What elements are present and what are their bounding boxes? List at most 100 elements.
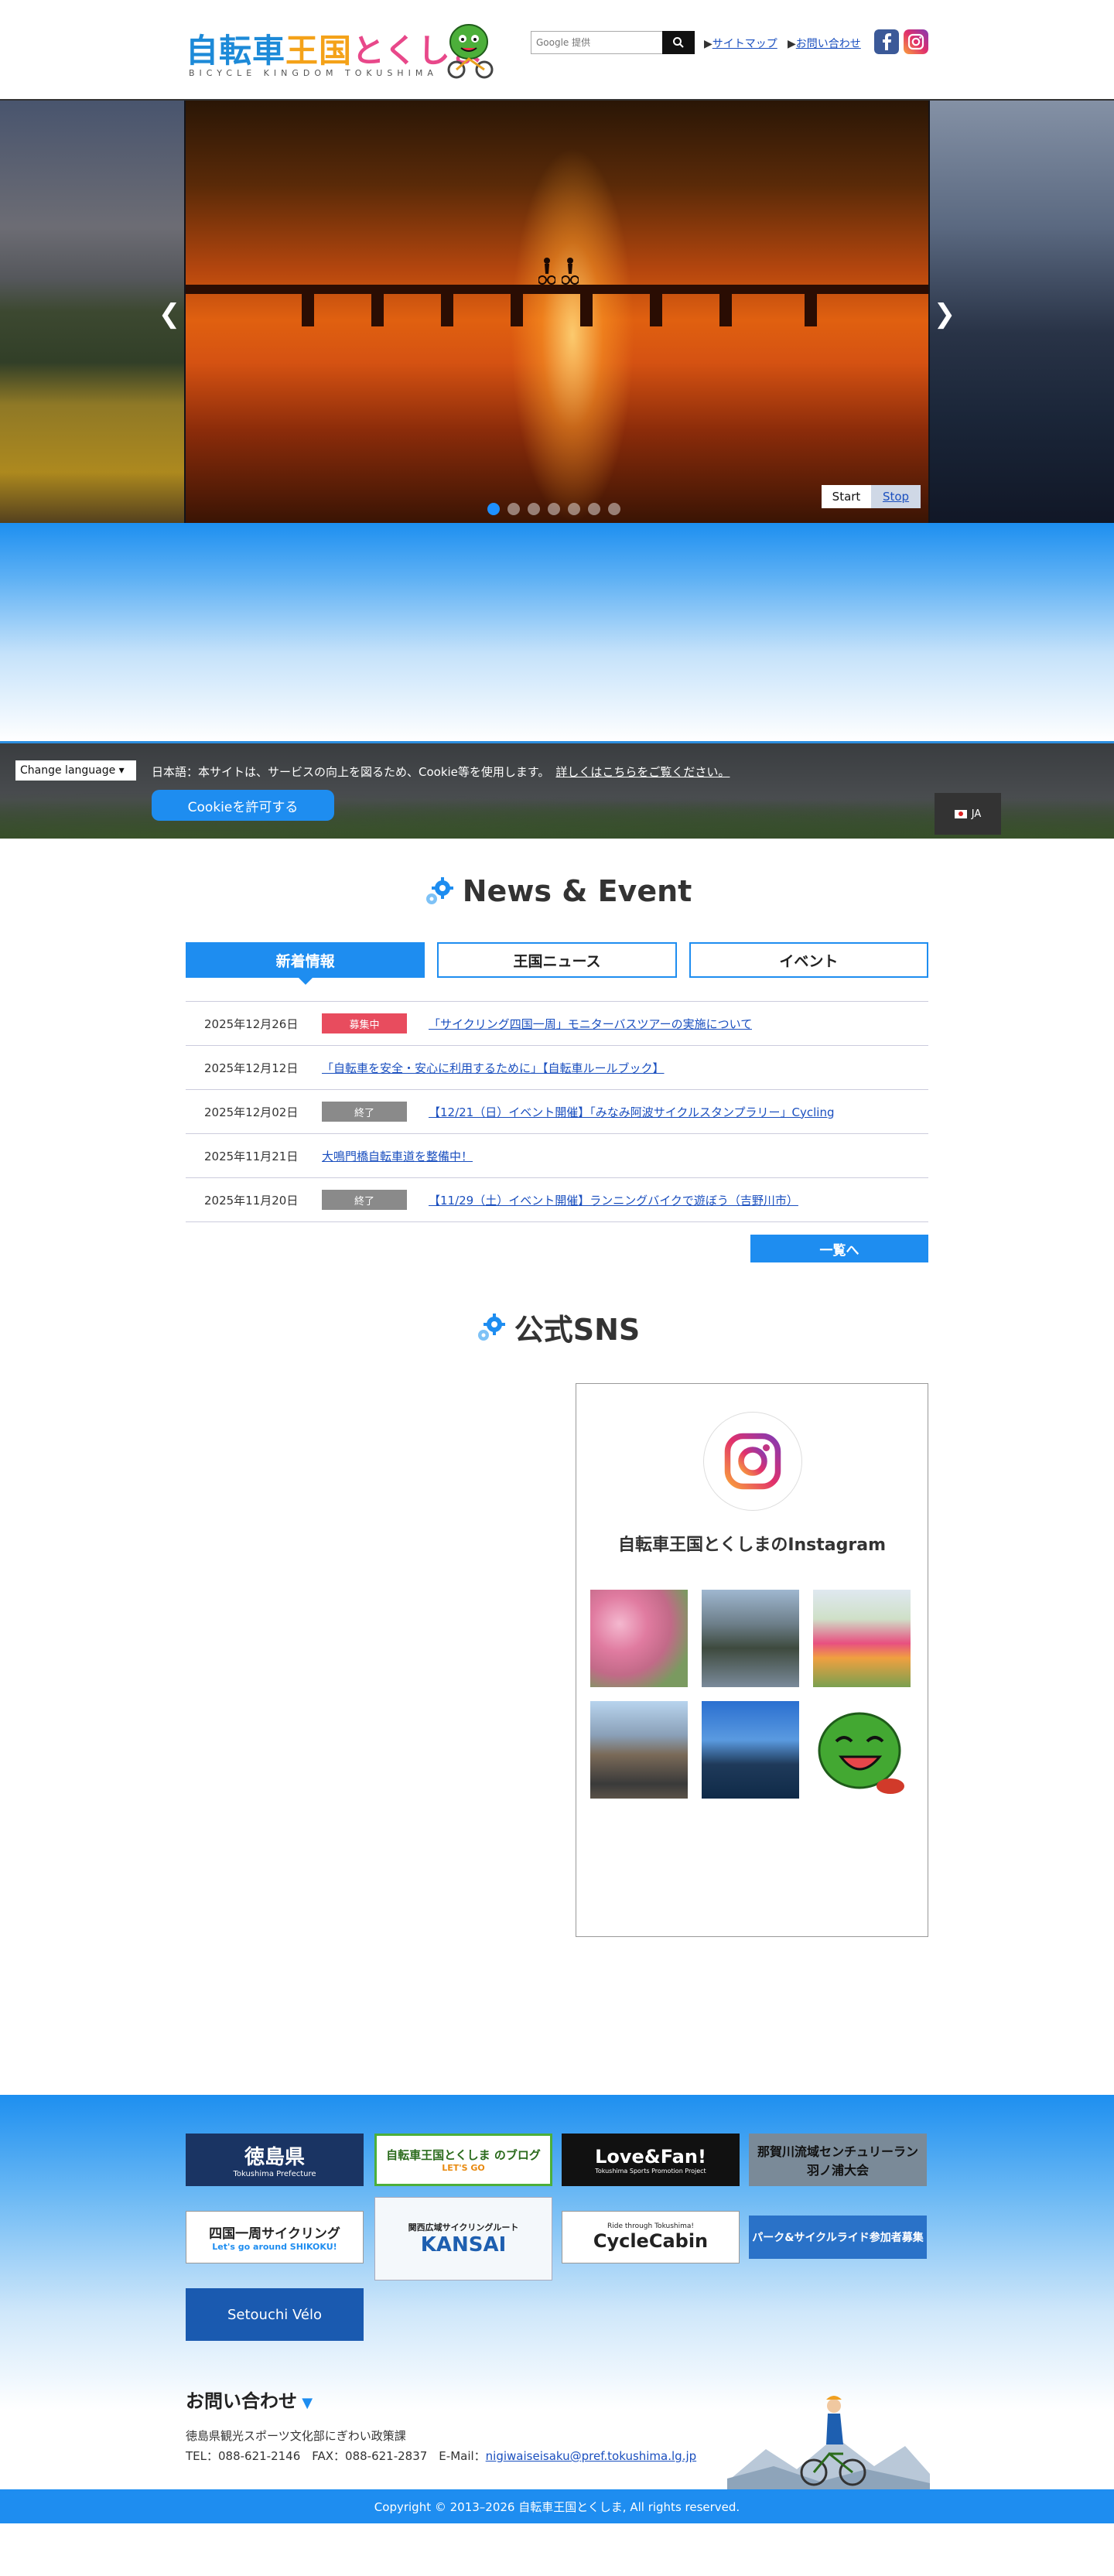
instagram-post[interactable] — [813, 1590, 911, 1687]
banner-park-and-cycle-ride[interactable]: パーク&サイクルライド参加者募集 — [749, 2216, 927, 2259]
banner-label: 自転車王国とくしま のブログ — [386, 2148, 541, 2162]
search-button[interactable] — [662, 31, 695, 54]
cyclist-silhouette — [538, 258, 555, 285]
cookie-details-link[interactable]: 詳しくはこちらをご覧ください。 — [555, 765, 730, 779]
contact-email-link[interactable]: nigiwaiseisaku@pref.tokushima.lg.jp — [486, 2449, 696, 2463]
pier-pillar — [371, 294, 384, 326]
instagram-profile-link[interactable] — [703, 1412, 802, 1511]
banner-sub: Ride through Tokushima! — [607, 2222, 694, 2230]
banner-tokushima-prefecture[interactable]: 徳島県 Tokushima Prefecture — [186, 2134, 364, 2186]
copyright-bar: Copyright © 2013–2026 自転車王国とくしま, All rig… — [0, 2489, 1114, 2523]
pier-pillar — [511, 294, 523, 326]
instagram-post[interactable] — [813, 1701, 911, 1799]
news-title: News & Event — [462, 874, 692, 908]
news-status-badge: 終了 — [322, 1190, 407, 1210]
sitemap-link[interactable]: サイトマップ — [712, 38, 777, 50]
instagram-post[interactable] — [702, 1590, 799, 1687]
sns-heading: 公式SNS — [0, 1306, 1114, 1348]
news-date: 2025年12月12日 — [204, 1061, 299, 1075]
instagram-post[interactable] — [590, 1590, 688, 1687]
gear-icon — [477, 1313, 505, 1341]
instagram-post[interactable] — [590, 1701, 688, 1799]
news-date: 2025年12月26日 — [204, 1016, 299, 1031]
facebook-icon[interactable] — [874, 29, 899, 54]
logo-title: 自転車王国とくしま — [186, 25, 484, 72]
logo-title-part-2: 王国 — [285, 32, 353, 70]
sunset-reflection — [511, 147, 634, 523]
news-heading: News & Event — [0, 874, 1114, 908]
news-status-badge: 終了 — [322, 1102, 407, 1122]
contact-link[interactable]: お問い合わせ — [796, 38, 861, 50]
banner-shikoku-cycling[interactable]: 四国一周サイクリング Let's go around SHIKOKU! — [186, 2211, 364, 2263]
slider-stop-button[interactable]: Stop — [871, 485, 921, 508]
instagram-icon[interactable] — [904, 29, 928, 54]
site-search — [531, 31, 695, 54]
slider-start-button[interactable]: Start — [822, 485, 871, 508]
banner-nakagawa-century-run[interactable]: 那賀川流域センチュリーラン 羽ノ浦大会 — [749, 2134, 927, 2186]
tab-latest[interactable]: 新着情報 — [186, 942, 425, 985]
cookie-accept-button[interactable]: Cookieを許可する — [152, 790, 334, 821]
site-logo[interactable]: 自転車王国とくしま BICYCLE KINGDOM TOKUSHIMA — [186, 19, 495, 84]
news-list: 2025年12月26日 募集中 「サイクリング四国一周」モニターバスツアーの実施につ… — [186, 1001, 928, 1222]
search-icon — [673, 37, 684, 48]
news-tabs: 新着情報 王国ニュース イベント — [186, 942, 928, 985]
instagram-account-name: 自転車王国とくしまのInstagram — [617, 1536, 886, 1555]
logo-subtitle: BICYCLE KINGDOM TOKUSHIMA — [189, 68, 438, 78]
slider-dot[interactable] — [507, 503, 520, 515]
instagram-post[interactable] — [702, 1701, 799, 1799]
slide-prev-preview — [0, 101, 184, 523]
banner-cycle-cabin[interactable]: Ride through Tokushima! CycleCabin — [562, 2211, 740, 2263]
banner-sub: Let's go around SHIKOKU! — [212, 2242, 337, 2252]
news-link[interactable]: 【12/21（日）イベント開催】「みなみ阿波サイクルスタンプラリー」Cyclin… — [429, 1104, 835, 1120]
prev-arrow-icon[interactable]: ❮ — [158, 299, 181, 330]
news-item: 2025年12月12日 「自転車を安全・安心に利用するために」【自転車ルールブック… — [186, 1046, 928, 1090]
news-link[interactable]: 【11/29（土）イベント開催】ランニングバイクで遊ぼう（吉野川市） — [429, 1192, 798, 1208]
banner-label: 那賀川流域センチュリーラン — [757, 2144, 918, 2159]
sitemap-link-wrap: ▶サイトマップ — [704, 38, 777, 50]
pier-pillar — [302, 294, 314, 326]
copyright-text: Copyright © 2013–2026 自転車王国とくしま, All rig… — [374, 2499, 740, 2514]
news-link[interactable]: 「自転車を安全・安心に利用するために」【自転車ルールブック】 — [322, 1060, 665, 1076]
cyclist-silhouette — [562, 258, 579, 285]
banner-sub: 関西広域サイクリングルート — [408, 2222, 519, 2233]
cookie-banner: Change language ▾ 日本語：本サイトは、サービスの向上を図るため… — [0, 741, 1114, 839]
slider-controls: Start Stop — [822, 485, 921, 508]
language-badge[interactable]: JA — [935, 793, 1001, 835]
news-more-button[interactable]: 一覧へ — [750, 1235, 928, 1262]
slider-dot[interactable] — [528, 503, 540, 515]
banner-label: 徳島県 — [244, 2146, 305, 2169]
banner-setouchi-velo[interactable]: Setouchi Vélo — [186, 2288, 364, 2341]
change-language-select[interactable]: Change language ▾ — [15, 760, 136, 781]
slider-dot[interactable] — [568, 503, 580, 515]
news-item: 2025年11月21日 大鳴門橋自転車道を整備中！ — [186, 1134, 928, 1178]
site-header: 自転車王国とくしま BICYCLE KINGDOM TOKUSHIMA ▶サイト… — [0, 0, 1114, 99]
slider-dot[interactable] — [548, 503, 560, 515]
news-link[interactable]: 大鳴門橋自転車道を整備中！ — [322, 1148, 473, 1164]
banner-sub: Tokushima Prefecture — [233, 2170, 316, 2178]
banner-sub: Tokushima Sports Promotion Project — [595, 2167, 706, 2175]
news-status-badge: 募集中 — [322, 1013, 407, 1033]
next-arrow-icon[interactable]: ❯ — [933, 299, 956, 330]
banner-label: 四国一周サイクリング — [209, 2226, 340, 2242]
slider-dot[interactable] — [487, 503, 500, 515]
mascot-icon — [818, 1712, 904, 1794]
banner-kansai-cycling-route[interactable]: 関西広域サイクリングルート KANSAI — [374, 2197, 552, 2280]
banner-label: KANSAI — [420, 2233, 507, 2257]
news-date: 2025年11月21日 — [204, 1149, 299, 1163]
search-input[interactable] — [531, 31, 662, 54]
banner-kingdom-blog[interactable]: 自転車王国とくしま のブログ LET'S GO — [374, 2134, 552, 2186]
news-link[interactable]: 「サイクリング四国一周」モニターバスツアーの実施について — [429, 1016, 752, 1032]
slider-dot[interactable] — [608, 503, 620, 515]
tab-events[interactable]: イベント — [689, 942, 928, 978]
mascot-icon — [447, 24, 494, 79]
page-bottom-space — [0, 2523, 1114, 2570]
footer-banners-area: 徳島県 Tokushima Prefecture 自転車王国とくしま のブログ … — [0, 2095, 1114, 2489]
banner-love-and-fan[interactable]: Love&Fan! Tokushima Sports Promotion Pro… — [562, 2134, 740, 2186]
news-date: 2025年11月20日 — [204, 1193, 299, 1208]
slider-dot[interactable] — [588, 503, 600, 515]
tab-kingdom-news[interactable]: 王国ニュース — [437, 942, 677, 978]
slide-current — [186, 101, 928, 523]
cookie-message-text: 日本語：本サイトは、サービスの向上を図るため、Cookie等を使用します。 — [152, 765, 550, 779]
cookie-message: 日本語：本サイトは、サービスの向上を図るため、Cookie等を使用します。 詳しく… — [152, 764, 730, 780]
language-code: JA — [971, 808, 982, 820]
